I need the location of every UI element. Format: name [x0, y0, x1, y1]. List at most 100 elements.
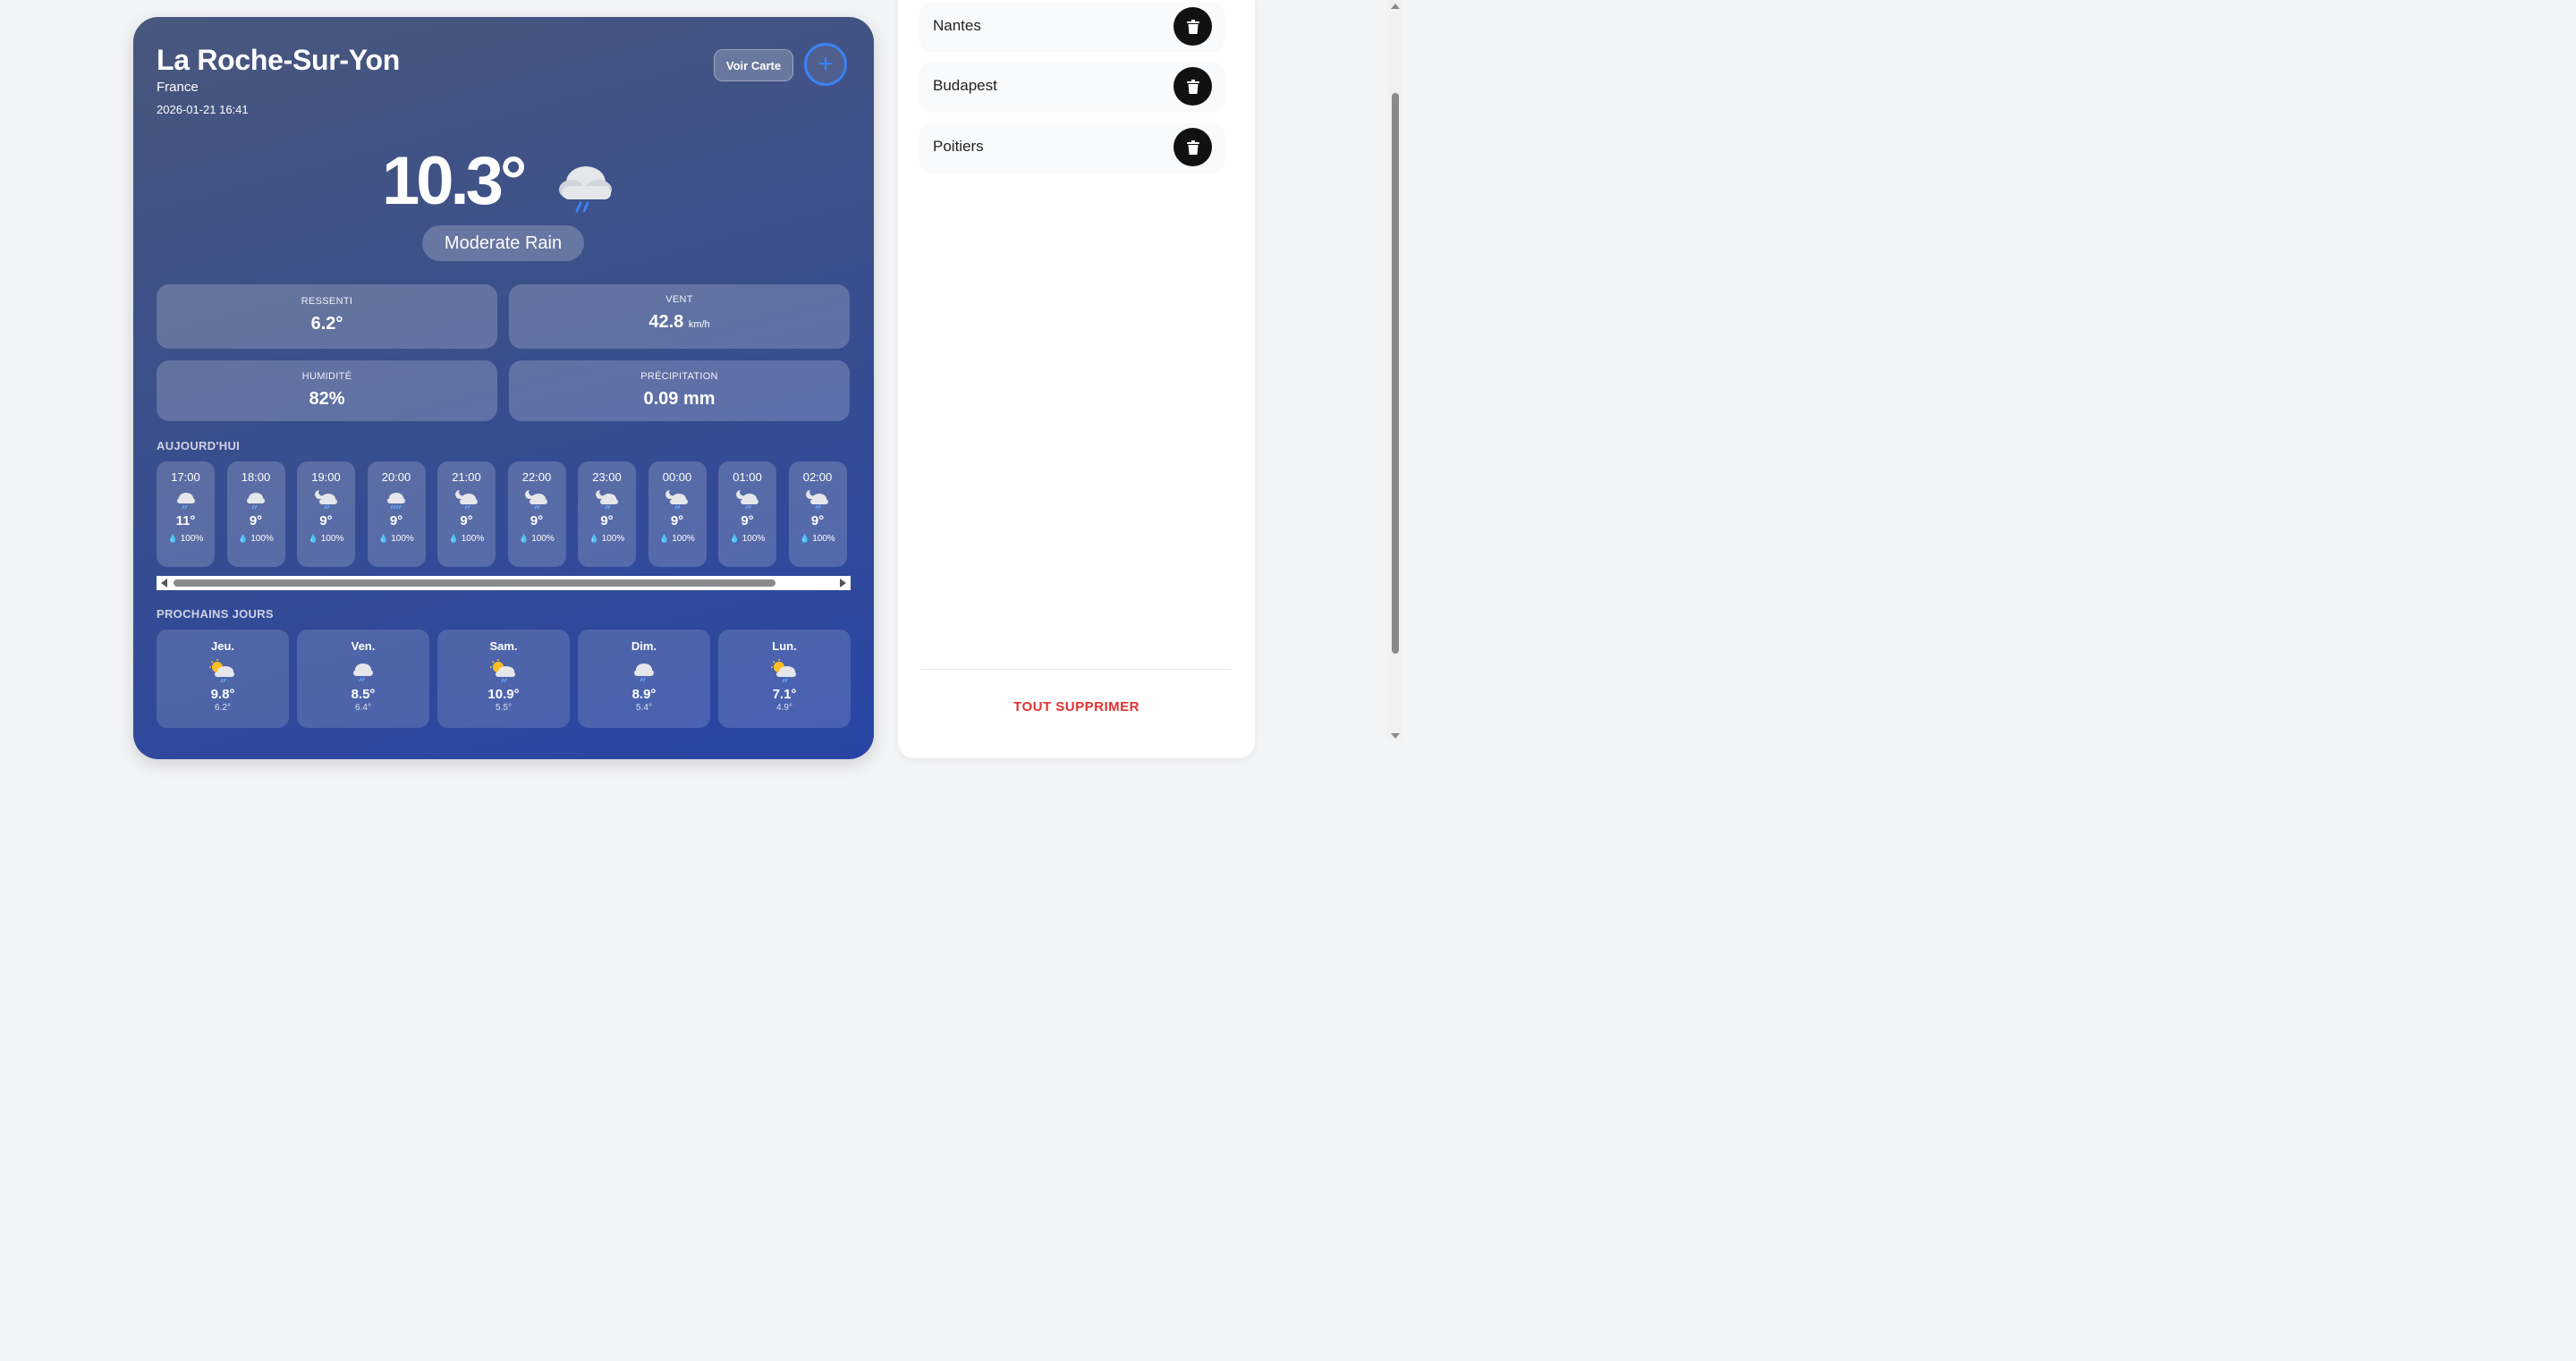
- sun-rain-icon: [209, 659, 234, 683]
- stat-value: 0.09 mm: [643, 389, 716, 409]
- trash-icon: [1186, 139, 1199, 155]
- hour-time: 19:00: [311, 470, 341, 484]
- stat-humidity: HUMIDITÉ 82%: [157, 360, 497, 421]
- day-card: Ven. 8.5° 6.4°: [297, 630, 429, 728]
- city-name: La Roche-Sur-Yon: [157, 44, 400, 76]
- stat-label: HUMIDITÉ: [301, 371, 352, 382]
- rain-cloud-icon: [634, 664, 654, 682]
- day-card: Dim. 8.9° 5.4°: [578, 630, 710, 728]
- scroll-down-arrow-icon[interactable]: [1391, 733, 1400, 739]
- current-temperature: 10.3°: [382, 143, 527, 219]
- hour-time: 02:00: [802, 470, 833, 484]
- saved-city-item[interactable]: Nantes: [920, 3, 1224, 50]
- night-rain-icon: [735, 490, 758, 510]
- stat-label: VENT: [665, 294, 693, 305]
- hour-precip: 💧 100%: [659, 534, 695, 544]
- hour-time: 17:00: [171, 470, 200, 484]
- day-low: 6.4°: [355, 703, 371, 713]
- condition-badge: Moderate Rain: [422, 225, 584, 261]
- page-scrollbar[interactable]: [1388, 0, 1402, 741]
- view-map-button[interactable]: Voir Carte: [714, 49, 793, 81]
- hour-time: 22:00: [521, 470, 552, 484]
- stat-value-row: 42.8 km/h: [509, 312, 850, 333]
- day-card: Sam. 10.9° 5.5°: [437, 630, 570, 728]
- sun-rain-icon: [771, 659, 796, 683]
- hour-temp: 9°: [810, 513, 825, 528]
- delete-city-button[interactable]: [1174, 128, 1212, 166]
- hour-card: 23:00 9° 💧 100%: [578, 461, 636, 567]
- droplet-icon: 💧: [167, 534, 178, 543]
- saved-cities-panel: Nantes Budapest Poitiers TOUT SUPPRIMER: [898, 0, 1255, 758]
- hour-precip: 💧 100%: [378, 534, 414, 544]
- day-name: Ven.: [351, 639, 376, 653]
- clear-all-button[interactable]: TOUT SUPPRIMER: [898, 699, 1255, 714]
- hour-temp: 9°: [741, 513, 754, 528]
- scrollbar-thumb[interactable]: [174, 579, 775, 587]
- saved-city-item[interactable]: Poitiers: [920, 123, 1224, 171]
- hour-temp: 9°: [319, 513, 333, 528]
- hour-temp: 9°: [600, 513, 614, 528]
- hour-precip: 💧 100%: [519, 534, 555, 544]
- saved-city-name[interactable]: Budapest: [933, 77, 997, 95]
- hour-precip: 💧 100%: [167, 534, 204, 544]
- scroll-up-arrow-icon[interactable]: [1391, 4, 1400, 9]
- hour-card: 19:00 9° 💧 100%: [297, 461, 355, 567]
- hour-precip: 💧 100%: [448, 534, 485, 544]
- rain-cloud-icon: [176, 493, 195, 510]
- hour-time: 20:00: [381, 470, 411, 484]
- day-name: Sam.: [489, 639, 518, 653]
- date-time: 2026-01-21 16:41: [157, 103, 249, 116]
- hour-temp: 11°: [175, 513, 196, 528]
- day-low: 4.9°: [776, 703, 792, 713]
- day-high: 10.9°: [487, 687, 520, 702]
- day-high: 8.5°: [351, 687, 376, 702]
- country-name: France: [157, 80, 199, 95]
- hour-temp: 9°: [389, 513, 403, 528]
- add-city-button[interactable]: +: [804, 43, 847, 86]
- night-rain-icon: [806, 490, 828, 510]
- weather-card: La Roche-Sur-Yon France 2026-01-21 16:41…: [133, 17, 874, 759]
- scroll-left-arrow-icon[interactable]: [161, 579, 167, 588]
- hour-card: 02:00 9° 💧 100%: [788, 461, 847, 567]
- hourly-forecast-scroller[interactable]: 17:00 11° 💧 100% 18:00 9° 💧 100% 19:00 9…: [157, 461, 851, 569]
- trash-icon: [1186, 19, 1199, 34]
- hour-temp: 9°: [530, 513, 544, 528]
- day-low: 5.4°: [636, 703, 652, 713]
- next-days-section-title: PROCHAINS JOURS: [157, 607, 274, 621]
- droplet-icon: 💧: [308, 534, 318, 543]
- rain-cloud-icon: [353, 664, 373, 682]
- hour-temp: 9°: [670, 513, 684, 528]
- rain-cloud-icon: [559, 166, 612, 213]
- saved-city-name[interactable]: Poitiers: [933, 138, 984, 156]
- hourly-scrollbar[interactable]: [157, 576, 851, 590]
- droplet-icon: 💧: [589, 534, 599, 543]
- droplet-icon: 💧: [659, 534, 670, 543]
- day-card: Lun. 7.1° 4.9°: [718, 630, 851, 728]
- hour-card: 00:00 9° 💧 100%: [648, 461, 707, 567]
- saved-city-name[interactable]: Nantes: [933, 17, 981, 35]
- saved-city-item[interactable]: Budapest: [920, 63, 1224, 110]
- rain-cloud-icon: [387, 493, 405, 510]
- stat-feels-like: RESSENTI 6.2°: [157, 284, 497, 349]
- hour-time: 23:00: [592, 470, 622, 484]
- rain-cloud-icon: [247, 493, 265, 510]
- hour-card: 18:00 9° 💧 100%: [226, 461, 285, 567]
- delete-city-button[interactable]: [1174, 67, 1212, 106]
- droplet-icon: 💧: [800, 534, 810, 543]
- page-scrollbar-thumb[interactable]: [1392, 93, 1399, 654]
- hour-card: 17:00 11° 💧 100%: [157, 461, 215, 567]
- hour-precip: 💧 100%: [308, 534, 344, 544]
- day-high: 9.8°: [210, 687, 235, 702]
- night-rain-icon: [665, 490, 688, 510]
- scroll-right-arrow-icon[interactable]: [840, 579, 846, 588]
- hour-card: 22:00 9° 💧 100%: [507, 461, 566, 567]
- hour-temp: 9°: [249, 513, 263, 528]
- droplet-icon: 💧: [238, 534, 249, 543]
- delete-city-button[interactable]: [1174, 7, 1212, 46]
- hour-card: 21:00 9° 💧 100%: [437, 461, 496, 567]
- hour-time: 18:00: [241, 470, 271, 484]
- day-name: Lun.: [772, 639, 797, 653]
- trash-icon: [1186, 79, 1199, 94]
- stat-unit: km/h: [688, 319, 710, 330]
- stat-wind: VENT 42.8 km/h: [509, 284, 850, 349]
